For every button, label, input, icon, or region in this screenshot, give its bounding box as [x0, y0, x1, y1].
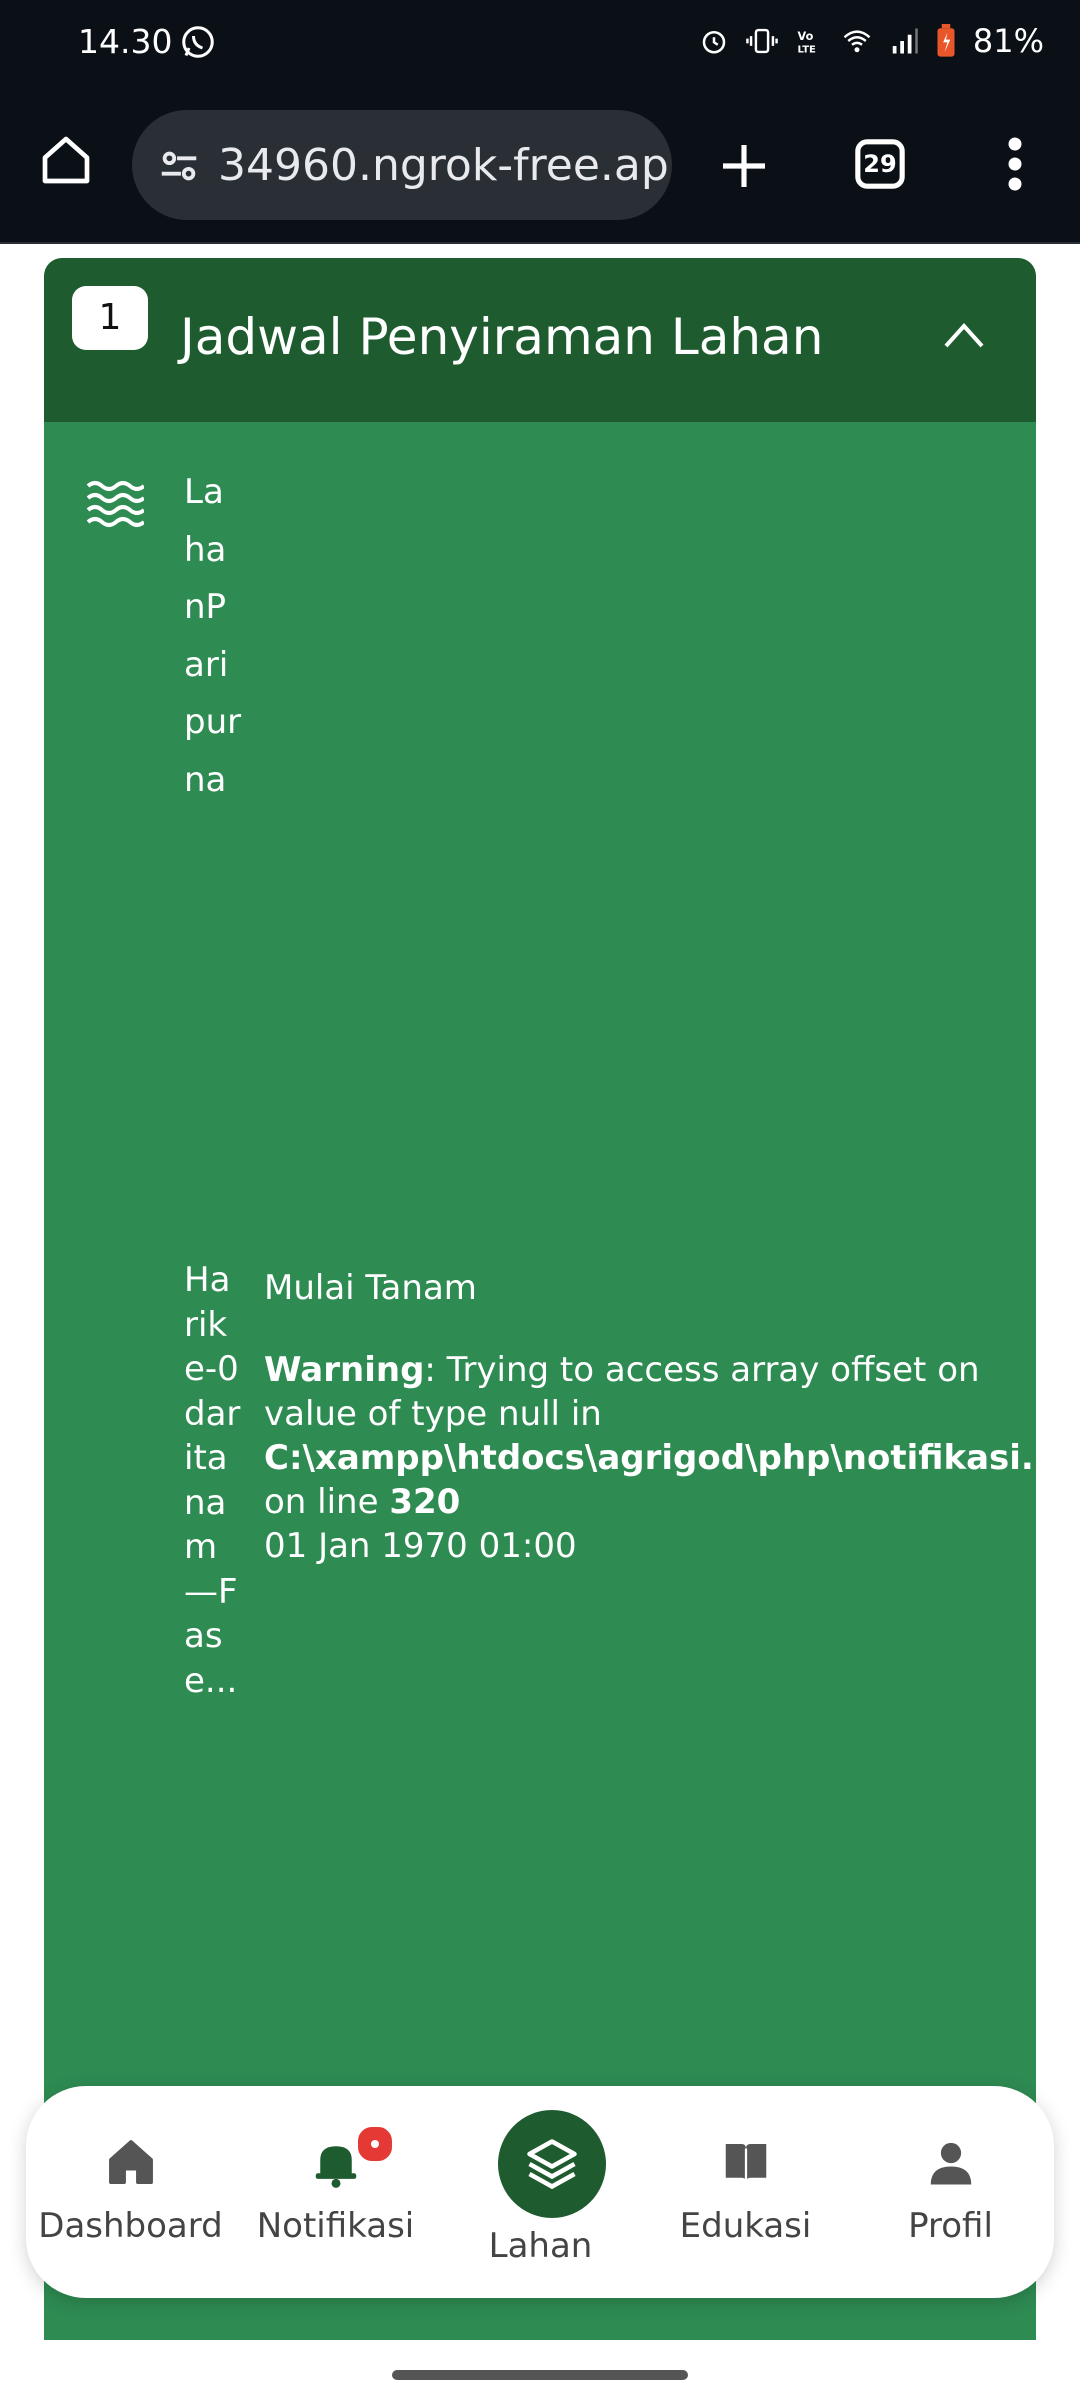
nav-edukasi-label: Edukasi	[679, 2206, 812, 2246]
notification-badge	[355, 2124, 395, 2164]
tab-count: 29	[863, 150, 897, 178]
warning-line: 320	[389, 1482, 461, 1522]
bottom-nav: Dashboard Notifikasi Lahan Edukasi Profi…	[26, 2086, 1054, 2298]
nav-dashboard[interactable]: Dashboard	[28, 2086, 233, 2298]
wifi-icon	[843, 30, 871, 53]
nav-profil[interactable]: Profil	[848, 2086, 1053, 2298]
warning-path: C:\xampp\htdocs\agrigod\php\notifikasi.p…	[264, 1438, 1036, 1478]
card-title: Jadwal Penyiraman Lahan	[180, 308, 824, 366]
status-icons: Vo LTE 81%	[699, 22, 1044, 60]
browser-toolbar: 34960.ngrok-free.app 29	[0, 90, 1080, 244]
user-icon	[930, 2142, 972, 2185]
whatsapp-icon	[182, 26, 214, 58]
nav-notifikasi[interactable]: Notifikasi	[233, 2086, 438, 2298]
status-time: 14.30	[78, 22, 173, 61]
card-header[interactable]: 1 Jadwal Penyiraman Lahan	[44, 258, 1036, 422]
nav-lahan-active-circle	[498, 2110, 606, 2218]
more-options-icon[interactable]	[1000, 134, 1030, 194]
nav-dashboard-label: Dashboard	[38, 2206, 223, 2246]
water-icon	[86, 481, 144, 527]
nav-profil-label: Profil	[908, 2206, 993, 2246]
site-settings-icon[interactable]	[156, 143, 202, 189]
page-content: 1 Jadwal Penyiraman Lahan LahanParipurna…	[0, 244, 1080, 2408]
schedule-date: 01 Jan 1970 01:00	[264, 1526, 577, 1566]
signal-icon	[892, 28, 918, 54]
vibrate-icon	[746, 28, 778, 54]
status-bar: 14.30 Vo LTE 81%	[0, 0, 1080, 90]
nav-edukasi[interactable]: Edukasi	[643, 2086, 848, 2298]
home-icon	[109, 2140, 153, 2184]
address-bar[interactable]: 34960.ngrok-free.app	[132, 110, 672, 220]
schedule-card: 1 Jadwal Penyiraman Lahan LahanParipurna…	[44, 258, 1036, 2344]
new-tab-icon[interactable]	[716, 138, 772, 194]
chevron-up-icon[interactable]	[942, 320, 986, 350]
volte-icon: VoLTE	[797, 30, 816, 56]
nav-notifikasi-label: Notifikasi	[256, 2206, 415, 2246]
battery-icon	[937, 24, 955, 57]
schedule-info: Mulai Tanam Warning: Trying to access ar…	[264, 1268, 1036, 1568]
home-icon[interactable]	[38, 132, 94, 188]
svg-text:Vo: Vo	[797, 30, 813, 43]
card-number-badge: 1	[72, 286, 148, 350]
alarm-icon	[702, 31, 726, 54]
lahan-name: LahanParipurna	[184, 472, 242, 800]
warning-label: Warning	[264, 1350, 425, 1390]
svg-text:LTE: LTE	[797, 44, 816, 55]
home-indicator[interactable]	[392, 2370, 688, 2380]
url-text[interactable]: 34960.ngrok-free.app	[218, 140, 672, 191]
start-label: Mulai Tanam	[264, 1268, 477, 1308]
layers-icon	[527, 2139, 577, 2190]
battery-percent: 81%	[972, 22, 1044, 60]
php-warning: Warning: Trying to access array offset o…	[264, 1348, 1036, 1524]
book-icon	[725, 2144, 767, 2183]
nav-lahan[interactable]: Lahan	[438, 2086, 643, 2298]
warning-line-text: on line	[264, 1482, 390, 1522]
nav-lahan-label: Lahan	[488, 2226, 593, 2266]
